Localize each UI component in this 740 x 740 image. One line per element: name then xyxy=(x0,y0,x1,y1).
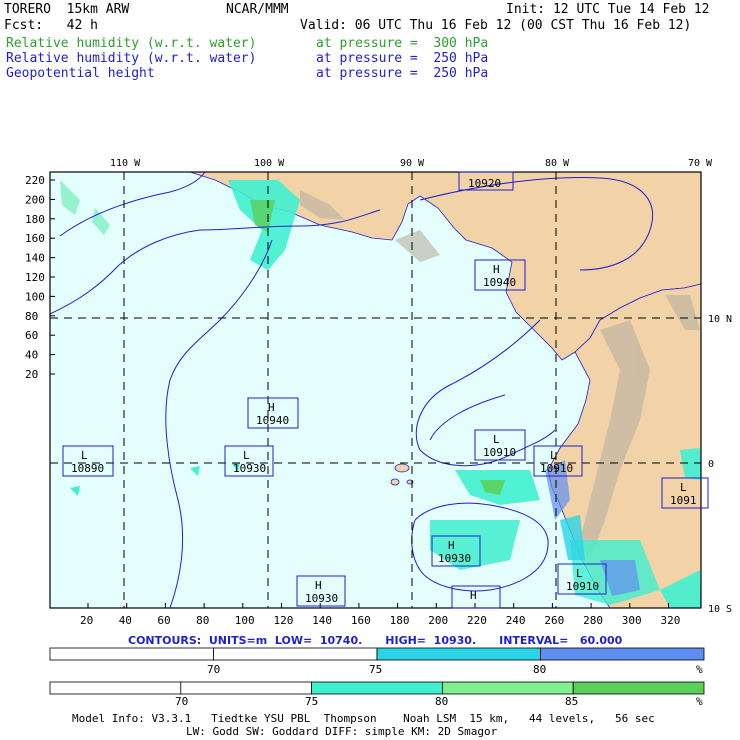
y-tick-label: 120 xyxy=(25,271,45,284)
cb2-tick: 75 xyxy=(305,695,318,708)
center-type: L xyxy=(576,567,583,580)
colorbar-300hpa-ticks: 70 75 80 85 % xyxy=(175,695,703,708)
colorbar-bin xyxy=(572,681,705,695)
x-tick-label: 120 xyxy=(274,614,294,627)
cb1-tick: 70 xyxy=(207,663,220,676)
latitude-labels: 10 N 0 10 S xyxy=(708,314,732,615)
lat-label: 0 xyxy=(708,459,714,470)
weather-map: 220 200 180 160 140 120 100 80 60 40 20 20 40 60 80 10… xyxy=(25,158,732,708)
cb1-tick: 75 xyxy=(369,663,382,676)
x-tick-label: 140 xyxy=(312,614,332,627)
x-tick-label: 180 xyxy=(390,614,410,627)
y-tick-label: 200 xyxy=(25,193,45,206)
longitude-labels: 110 W 100 W 90 W 80 W 70 W xyxy=(110,158,713,169)
model-info: Model Info: V3.3.1 Tiedtke YSU PBL Thomp… xyxy=(72,712,655,725)
x-tick-label: 100 xyxy=(235,614,255,627)
x-tick-label: 260 xyxy=(544,614,564,627)
y-tick-label: 80 xyxy=(25,310,38,323)
center-type: H xyxy=(470,589,477,602)
colorbar-bin xyxy=(441,681,574,695)
center-type: L xyxy=(81,449,88,462)
x-tick-label: 200 xyxy=(428,614,448,627)
colorbar-bin xyxy=(49,647,214,661)
x-tick-label: 240 xyxy=(506,614,526,627)
center-value: 10940 xyxy=(256,414,289,427)
center-value: 10910 xyxy=(540,462,573,475)
colorbar-bin xyxy=(540,647,705,661)
center-type: L xyxy=(493,433,500,446)
center-type: H xyxy=(315,579,322,592)
lat-label: 10 S xyxy=(708,604,732,615)
center-value: 10930 xyxy=(305,592,338,605)
contour-info: CONTOURS: UNITS=m LOW= 10740. HIGH= 1093… xyxy=(128,634,623,647)
center-type: H xyxy=(268,401,275,414)
x-tick-label: 60 xyxy=(157,614,170,627)
x-tick-label: 320 xyxy=(661,614,681,627)
colorbar-bin xyxy=(376,647,541,661)
colorbar-bin xyxy=(49,681,182,695)
center-value: 10910 xyxy=(566,580,599,593)
center-value: 10930 xyxy=(438,552,471,565)
x-tick-label: 280 xyxy=(583,614,603,627)
center-type: L xyxy=(680,481,687,494)
y-tick-label: 220 xyxy=(25,174,45,187)
colorbar-bin xyxy=(180,681,313,695)
lon-label: 110 W xyxy=(110,158,141,169)
cb2-tick: 80 xyxy=(435,695,448,708)
center-type: L xyxy=(243,449,250,462)
center-value: 10910 xyxy=(483,446,516,459)
cb2-tick: 85 xyxy=(565,695,578,708)
colorbar-bin xyxy=(311,681,443,695)
lon-label: 80 W xyxy=(545,158,570,169)
y-tick-label: 20 xyxy=(25,368,38,381)
y-tick-label: 40 xyxy=(25,349,38,362)
center-value: 1091 xyxy=(670,494,697,507)
center-type: L xyxy=(550,449,557,462)
y-tick-label: 140 xyxy=(25,252,45,265)
cb2-tick: 70 xyxy=(175,695,188,708)
y-tick-label: 60 xyxy=(25,329,38,342)
colorbar-300hpa xyxy=(49,681,705,695)
lon-label: 90 W xyxy=(400,158,425,169)
colorbar-250hpa-ticks: 70 75 80 % xyxy=(207,663,703,676)
cb1-tick: % xyxy=(696,663,703,676)
colorbar-bin xyxy=(213,647,378,661)
x-tick-label: 20 xyxy=(80,614,93,627)
center-value: 10930 xyxy=(233,462,266,475)
lat-label: 10 N xyxy=(708,314,732,325)
x-tick-label: 220 xyxy=(467,614,487,627)
physics-info: LW: Godd SW: Goddard DIFF: simple KM: 2D… xyxy=(186,725,498,738)
cb2-tick: % xyxy=(696,695,703,708)
center-type: H xyxy=(493,263,500,276)
lon-label: 100 W xyxy=(254,158,285,169)
x-tick-label: 40 xyxy=(119,614,132,627)
y-tick-label: 100 xyxy=(25,290,45,303)
center-value: 10920 xyxy=(468,177,501,190)
y-tick-label: 180 xyxy=(25,213,45,226)
x-tick-label: 80 xyxy=(196,614,209,627)
x-tick-label: 160 xyxy=(351,614,371,627)
cb1-tick: 80 xyxy=(533,663,546,676)
center-value: 10940 xyxy=(483,276,516,289)
y-tick-label: 160 xyxy=(25,232,45,245)
center-type: H xyxy=(448,539,455,552)
x-tick-label: 300 xyxy=(622,614,642,627)
center-value: 10890 xyxy=(71,462,104,475)
colorbar-250hpa xyxy=(49,647,705,661)
lon-label: 70 W xyxy=(688,158,713,169)
